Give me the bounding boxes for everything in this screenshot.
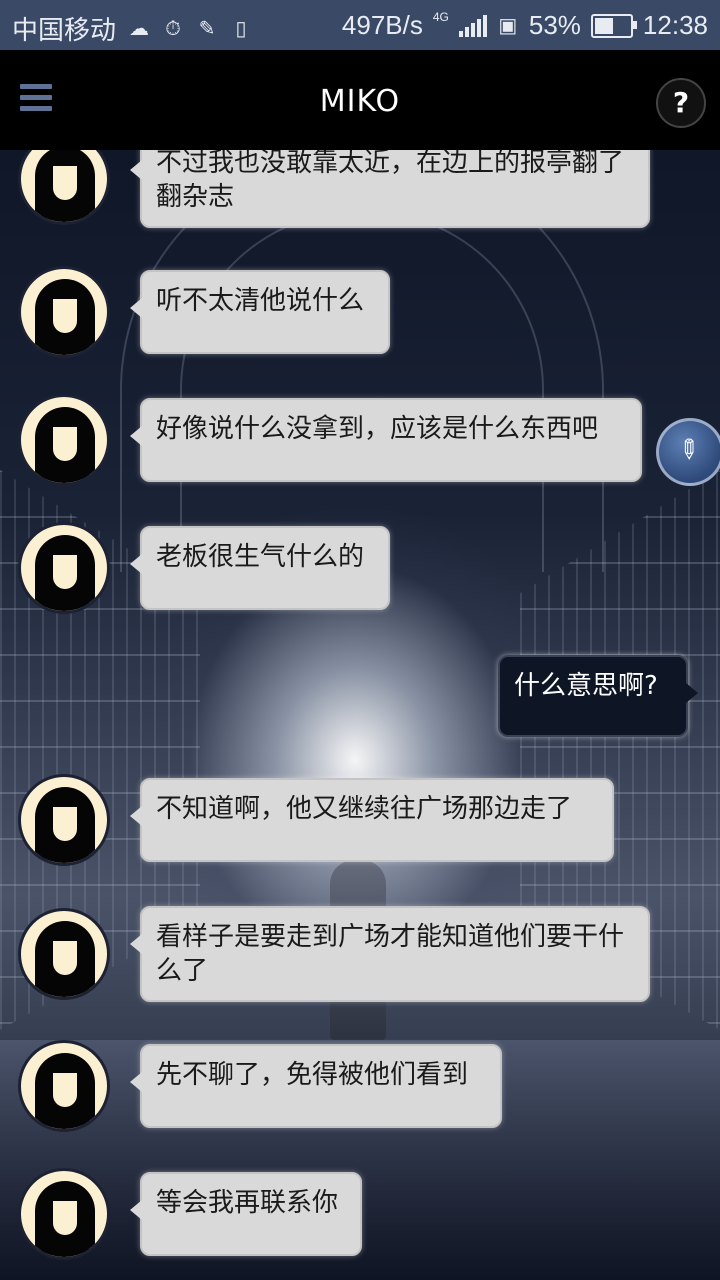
incoming-message-bubble[interactable]: 看样子是要走到广场才能知道他们要干什么了 (130, 906, 650, 1002)
contact-avatar[interactable] (18, 1040, 110, 1132)
battery-icon (590, 13, 637, 38)
battery-level-fill (594, 17, 613, 34)
incoming-message-bubble[interactable]: 不知道啊，他又继续往广场那边走了 (130, 778, 614, 862)
sim-card-icon: ▣ (498, 14, 518, 37)
network-type: 4G (432, 10, 449, 24)
signal-strength-icon (458, 14, 487, 37)
incoming-message-bubble[interactable]: 听不太清他说什么 (130, 270, 390, 354)
incoming-message-bubble[interactable]: 好像说什么没拿到，应该是什么东西吧 (130, 398, 642, 482)
clean-tool-icon: ✎ (198, 17, 216, 40)
outgoing-message-bubble[interactable]: 什么意思啊? (498, 655, 698, 737)
incoming-message-bubble[interactable]: 不过我也没敢靠太近，在边上的报亭翻了翻杂志 (130, 150, 650, 228)
page-title: MIKO (319, 84, 401, 119)
chat-message-list[interactable]: 不过我也没敢靠太近，在边上的报亭翻了翻杂志听不太清他说什么好像说什么没拿到，应该… (0, 150, 720, 1280)
contact-avatar[interactable] (18, 1168, 110, 1260)
incoming-message-bubble[interactable]: 老板很生气什么的 (130, 526, 390, 610)
battery-percent: 53% (528, 10, 581, 40)
stopwatch-icon: ⏱ (165, 17, 181, 40)
pencil-icon: ✎ (669, 431, 707, 469)
contact-avatar[interactable] (18, 394, 110, 486)
incoming-message-bubble[interactable]: 等会我再联系你 (130, 1172, 362, 1256)
network-speed: 497B/s (341, 10, 423, 40)
app-bar: MIKO ? (0, 50, 720, 150)
help-button[interactable]: ? (656, 78, 706, 128)
battery-saver-icon: ▯ (235, 17, 247, 40)
contact-avatar[interactable] (18, 522, 110, 614)
floating-action-button[interactable]: ✎ (656, 418, 720, 486)
cloud-icon: ☁ (129, 17, 150, 40)
contact-avatar[interactable] (18, 774, 110, 866)
incoming-message-bubble[interactable]: 先不聊了，免得被他们看到 (130, 1044, 502, 1128)
clock: 12:38 (642, 10, 708, 40)
carrier-label: 中国移动 (12, 15, 117, 45)
question-mark-icon: ? (672, 86, 690, 119)
status-bar: 中国移动 ☁ ⏱ ✎ ▯ 497B/s 4G ▣ 53% 12:38 (0, 0, 720, 50)
contact-avatar[interactable] (18, 150, 110, 225)
contact-avatar[interactable] (18, 266, 110, 358)
contact-avatar[interactable] (18, 908, 110, 1000)
